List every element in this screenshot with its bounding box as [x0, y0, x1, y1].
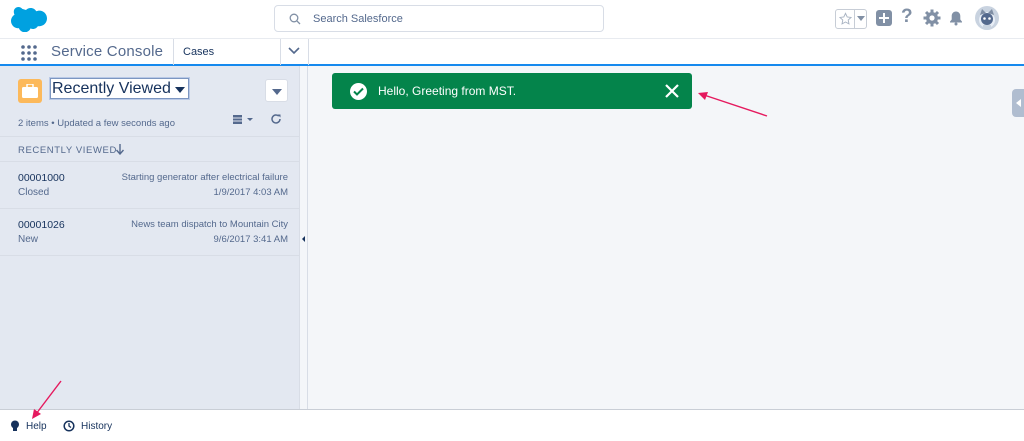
clock-icon: [63, 420, 75, 432]
tab-cases[interactable]: Cases: [183, 46, 214, 58]
navigation-menu-button[interactable]: [280, 39, 308, 65]
case-object-icon: [18, 79, 42, 103]
lightbulb-icon: [11, 420, 19, 431]
list-item[interactable]: 00001000 Closed Starting generator after…: [0, 162, 300, 209]
list-view-controls-button[interactable]: [265, 79, 288, 102]
annotation-arrow: [698, 92, 768, 117]
global-actions-add-icon[interactable]: [876, 10, 892, 26]
global-search[interactable]: [274, 5, 604, 32]
sort-column-header[interactable]: RECENTLY VIEWED: [0, 136, 300, 162]
utility-label: History: [81, 421, 113, 432]
success-toast: Hello, Greeting from MST.: [332, 73, 692, 109]
column-header-label: RECENTLY VIEWED: [18, 145, 117, 156]
list-item[interactable]: 00001026 New News team dispatch to Mount…: [0, 209, 300, 256]
chevron-down-icon: [175, 87, 185, 93]
briefcase-icon: [22, 84, 38, 98]
console-navigation-bar: Service Console Cases: [0, 38, 1024, 66]
success-check-icon: [350, 83, 367, 100]
case-date: 1/9/2017 4:03 AM: [213, 187, 288, 198]
side-panel-toggle[interactable]: [1012, 89, 1024, 117]
search-icon: [289, 13, 301, 25]
arrow-down-icon: [116, 144, 124, 155]
star-icon: [838, 12, 853, 25]
split-view-list-panel: Recently Viewed 2 items • Updated a few …: [0, 66, 300, 409]
chevron-down-icon[interactable]: [857, 16, 865, 21]
list-view-meta: 2 items • Updated a few seconds ago: [18, 118, 176, 129]
nav-divider: [173, 39, 174, 65]
case-subject: News team dispatch to Mountain City: [131, 219, 288, 230]
notifications-bell-icon[interactable]: [948, 10, 964, 26]
toast-message: Hello, Greeting from MST.: [378, 84, 517, 98]
list-view-picker[interactable]: Recently Viewed: [50, 78, 189, 99]
app-name: Service Console: [51, 43, 164, 60]
chevron-down-icon: [288, 47, 300, 55]
case-subject: Starting generator after electrical fail…: [121, 172, 288, 183]
refresh-icon[interactable]: [270, 113, 282, 125]
favorites-button[interactable]: [835, 9, 867, 29]
list-view-name: Recently Viewed: [52, 80, 171, 97]
case-status: New: [18, 234, 39, 245]
close-icon[interactable]: [663, 82, 681, 100]
case-status: Closed: [18, 187, 50, 198]
split-view-collapse-handle[interactable]: [300, 66, 308, 409]
nav-divider: [308, 39, 309, 65]
case-number[interactable]: 00001000: [18, 172, 65, 184]
case-number[interactable]: 00001026: [18, 219, 65, 231]
gear-icon[interactable]: [923, 9, 941, 27]
display-as-table-icon[interactable]: [233, 114, 255, 126]
user-avatar[interactable]: [975, 6, 999, 30]
astro-avatar-icon: [979, 9, 995, 30]
search-input[interactable]: [313, 6, 593, 31]
app-launcher-grid-icon[interactable]: [21, 45, 37, 61]
divider: [854, 10, 855, 28]
case-date: 9/6/2017 3:41 AM: [213, 234, 288, 245]
salesforce-logo[interactable]: [11, 7, 47, 32]
global-header: ?: [0, 0, 1024, 38]
utility-bar: Help History: [0, 409, 1024, 441]
utility-label: Help: [26, 421, 47, 432]
help-icon[interactable]: ?: [901, 7, 915, 27]
